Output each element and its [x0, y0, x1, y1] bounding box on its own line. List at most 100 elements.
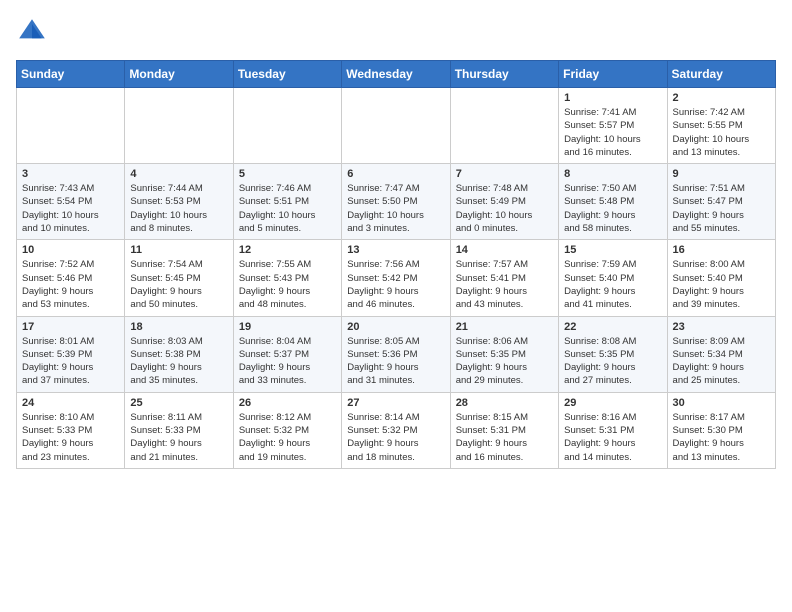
day-info: Sunrise: 8:10 AM Sunset: 5:33 PM Dayligh…: [22, 411, 119, 464]
day-number: 27: [347, 397, 444, 409]
day-number: 18: [130, 321, 227, 333]
day-info: Sunrise: 8:06 AM Sunset: 5:35 PM Dayligh…: [456, 335, 553, 388]
day-number: 10: [22, 244, 119, 256]
day-number: 14: [456, 244, 553, 256]
calendar-cell: 19 Sunrise: 8:04 AM Sunset: 5:37 PM Dayli…: [233, 316, 341, 392]
weekday-header-row: SundayMondayTuesdayWednesdayThursdayFrid…: [17, 61, 776, 88]
calendar-week-row: 24 Sunrise: 8:10 AM Sunset: 5:33 PM Dayli…: [17, 392, 776, 468]
day-info: Sunrise: 8:14 AM Sunset: 5:32 PM Dayligh…: [347, 411, 444, 464]
day-info: Sunrise: 7:54 AM Sunset: 5:45 PM Dayligh…: [130, 258, 227, 311]
calendar-cell: 24 Sunrise: 8:10 AM Sunset: 5:33 PM Dayli…: [17, 392, 125, 468]
day-number: 21: [456, 321, 553, 333]
day-info: Sunrise: 8:16 AM Sunset: 5:31 PM Dayligh…: [564, 411, 661, 464]
day-info: Sunrise: 8:01 AM Sunset: 5:39 PM Dayligh…: [22, 335, 119, 388]
calendar-cell: 3Sunrise: 7:43 AM Sunset: 5:54 PM Daylig…: [17, 164, 125, 240]
weekday-header: Sunday: [17, 61, 125, 88]
calendar-cell: 7 Sunrise: 7:48 AM Sunset: 5:49 PM Daylig…: [450, 164, 558, 240]
weekday-header: Monday: [125, 61, 233, 88]
calendar-cell: 18 Sunrise: 8:03 AM Sunset: 5:38 PM Dayli…: [125, 316, 233, 392]
day-info: Sunrise: 7:44 AM Sunset: 5:53 PM Dayligh…: [130, 182, 227, 235]
day-info: Sunrise: 8:11 AM Sunset: 5:33 PM Dayligh…: [130, 411, 227, 464]
day-number: 2: [673, 92, 770, 104]
day-number: 22: [564, 321, 661, 333]
day-info: Sunrise: 8:17 AM Sunset: 5:30 PM Dayligh…: [673, 411, 770, 464]
day-number: 4: [130, 168, 227, 180]
day-number: 20: [347, 321, 444, 333]
calendar-cell: 26 Sunrise: 8:12 AM Sunset: 5:32 PM Dayli…: [233, 392, 341, 468]
day-info: Sunrise: 7:57 AM Sunset: 5:41 PM Dayligh…: [456, 258, 553, 311]
calendar-cell: 10 Sunrise: 7:52 AM Sunset: 5:46 PM Dayli…: [17, 240, 125, 316]
day-number: 25: [130, 397, 227, 409]
day-info: Sunrise: 7:51 AM Sunset: 5:47 PM Dayligh…: [673, 182, 770, 235]
calendar-cell: 14 Sunrise: 7:57 AM Sunset: 5:41 PM Dayli…: [450, 240, 558, 316]
day-number: 3: [22, 168, 119, 180]
day-info: Sunrise: 7:48 AM Sunset: 5:49 PM Dayligh…: [456, 182, 553, 235]
calendar-cell: 22 Sunrise: 8:08 AM Sunset: 5:35 PM Dayli…: [559, 316, 667, 392]
calendar-cell: 21 Sunrise: 8:06 AM Sunset: 5:35 PM Dayli…: [450, 316, 558, 392]
day-info: Sunrise: 7:46 AM Sunset: 5:51 PM Dayligh…: [239, 182, 336, 235]
day-info: Sunrise: 8:12 AM Sunset: 5:32 PM Dayligh…: [239, 411, 336, 464]
calendar-cell: [342, 88, 450, 164]
page-header: [16, 16, 776, 48]
calendar-cell: 12Sunrise: 7:55 AM Sunset: 5:43 PM Dayli…: [233, 240, 341, 316]
calendar-cell: 9Sunrise: 7:51 AM Sunset: 5:47 PM Daylig…: [667, 164, 775, 240]
day-number: 30: [673, 397, 770, 409]
calendar-cell: 8 Sunrise: 7:50 AM Sunset: 5:48 PM Daylig…: [559, 164, 667, 240]
day-info: Sunrise: 7:50 AM Sunset: 5:48 PM Dayligh…: [564, 182, 661, 235]
calendar-cell: 4 Sunrise: 7:44 AM Sunset: 5:53 PM Daylig…: [125, 164, 233, 240]
day-number: 7: [456, 168, 553, 180]
day-info: Sunrise: 7:42 AM Sunset: 5:55 PM Dayligh…: [673, 106, 770, 159]
calendar-cell: 16 Sunrise: 8:00 AM Sunset: 5:40 PM Dayli…: [667, 240, 775, 316]
calendar-cell: 28 Sunrise: 8:15 AM Sunset: 5:31 PM Dayli…: [450, 392, 558, 468]
day-number: 28: [456, 397, 553, 409]
day-info: Sunrise: 8:00 AM Sunset: 5:40 PM Dayligh…: [673, 258, 770, 311]
weekday-header: Thursday: [450, 61, 558, 88]
calendar-table: SundayMondayTuesdayWednesdayThursdayFrid…: [16, 60, 776, 469]
calendar-cell: 11 Sunrise: 7:54 AM Sunset: 5:45 PM Dayli…: [125, 240, 233, 316]
calendar-cell: [125, 88, 233, 164]
weekday-header: Friday: [559, 61, 667, 88]
calendar-week-row: 17 Sunrise: 8:01 AM Sunset: 5:39 PM Dayli…: [17, 316, 776, 392]
day-number: 11: [130, 244, 227, 256]
day-number: 16: [673, 244, 770, 256]
day-info: Sunrise: 8:08 AM Sunset: 5:35 PM Dayligh…: [564, 335, 661, 388]
day-number: 13: [347, 244, 444, 256]
calendar-cell: 29 Sunrise: 8:16 AM Sunset: 5:31 PM Dayli…: [559, 392, 667, 468]
day-number: 17: [22, 321, 119, 333]
logo: [16, 16, 52, 48]
calendar-week-row: 3Sunrise: 7:43 AM Sunset: 5:54 PM Daylig…: [17, 164, 776, 240]
calendar-cell: 23 Sunrise: 8:09 AM Sunset: 5:34 PM Dayli…: [667, 316, 775, 392]
day-info: Sunrise: 7:52 AM Sunset: 5:46 PM Dayligh…: [22, 258, 119, 311]
day-number: 26: [239, 397, 336, 409]
day-info: Sunrise: 8:03 AM Sunset: 5:38 PM Dayligh…: [130, 335, 227, 388]
day-number: 29: [564, 397, 661, 409]
day-number: 12: [239, 244, 336, 256]
weekday-header: Wednesday: [342, 61, 450, 88]
calendar-week-row: 10 Sunrise: 7:52 AM Sunset: 5:46 PM Dayli…: [17, 240, 776, 316]
day-number: 19: [239, 321, 336, 333]
calendar-cell: 13 Sunrise: 7:56 AM Sunset: 5:42 PM Dayli…: [342, 240, 450, 316]
calendar-cell: 17 Sunrise: 8:01 AM Sunset: 5:39 PM Dayli…: [17, 316, 125, 392]
day-number: 15: [564, 244, 661, 256]
day-number: 24: [22, 397, 119, 409]
calendar-week-row: 1Sunrise: 7:41 AM Sunset: 5:57 PM Daylig…: [17, 88, 776, 164]
day-info: Sunrise: 7:56 AM Sunset: 5:42 PM Dayligh…: [347, 258, 444, 311]
calendar-cell: 20Sunrise: 8:05 AM Sunset: 5:36 PM Dayli…: [342, 316, 450, 392]
calendar-cell: 2 Sunrise: 7:42 AM Sunset: 5:55 PM Daylig…: [667, 88, 775, 164]
day-number: 23: [673, 321, 770, 333]
calendar-cell: [450, 88, 558, 164]
day-number: 6: [347, 168, 444, 180]
logo-icon: [16, 16, 48, 48]
weekday-header: Tuesday: [233, 61, 341, 88]
day-number: 8: [564, 168, 661, 180]
day-info: Sunrise: 7:41 AM Sunset: 5:57 PM Dayligh…: [564, 106, 661, 159]
calendar-cell: 27 Sunrise: 8:14 AM Sunset: 5:32 PM Dayli…: [342, 392, 450, 468]
calendar-cell: 30 Sunrise: 8:17 AM Sunset: 5:30 PM Dayli…: [667, 392, 775, 468]
day-info: Sunrise: 8:09 AM Sunset: 5:34 PM Dayligh…: [673, 335, 770, 388]
day-info: Sunrise: 8:04 AM Sunset: 5:37 PM Dayligh…: [239, 335, 336, 388]
day-info: Sunrise: 8:15 AM Sunset: 5:31 PM Dayligh…: [456, 411, 553, 464]
calendar-cell: 5Sunrise: 7:46 AM Sunset: 5:51 PM Daylig…: [233, 164, 341, 240]
day-info: Sunrise: 7:47 AM Sunset: 5:50 PM Dayligh…: [347, 182, 444, 235]
day-info: Sunrise: 7:59 AM Sunset: 5:40 PM Dayligh…: [564, 258, 661, 311]
calendar-cell: [17, 88, 125, 164]
